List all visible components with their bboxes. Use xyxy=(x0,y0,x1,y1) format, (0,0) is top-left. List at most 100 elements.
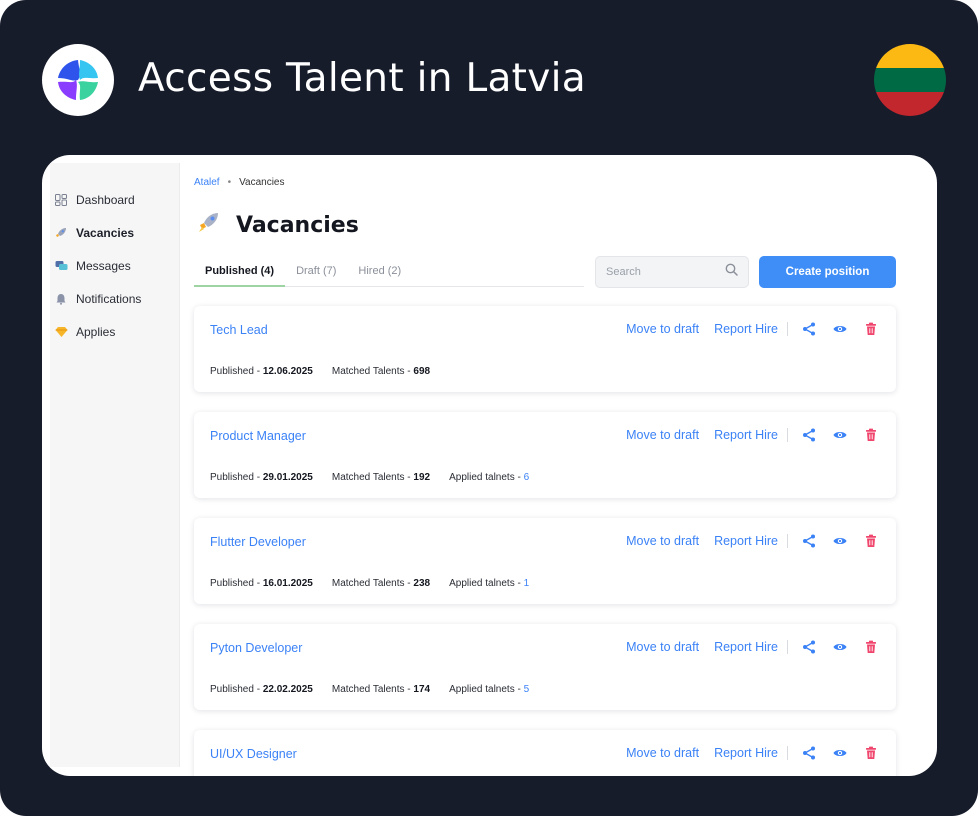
sidebar-item-dashboard[interactable]: Dashboard xyxy=(54,189,135,211)
applied-talents: Applied talnets - 6 xyxy=(449,472,530,483)
tab-draft[interactable]: Draft (7) xyxy=(285,257,347,287)
flag-stripe-bottom xyxy=(874,92,946,116)
published-date: Published - 16.01.2025 xyxy=(210,578,313,589)
report-hire-link[interactable]: Report Hire xyxy=(714,534,778,548)
sidebar-item-messages[interactable]: Messages xyxy=(54,255,131,277)
vacancy-title-link[interactable]: Flutter Developer xyxy=(210,535,306,549)
vacancy-actions: Move to draft Report Hire xyxy=(626,532,878,550)
eye-icon[interactable] xyxy=(833,428,847,442)
vacancy-card: Product Manager Move to draft Report Hir… xyxy=(194,412,896,498)
share-icon[interactable] xyxy=(802,428,816,442)
matched-talents: Matched Talents - 238 xyxy=(331,578,431,589)
divider xyxy=(787,428,788,442)
published-date: Published - 29.01.2025 xyxy=(210,472,313,483)
report-hire-link[interactable]: Report Hire xyxy=(714,428,778,442)
sidebar-item-applies[interactable]: Applies xyxy=(54,321,115,343)
trash-icon[interactable] xyxy=(864,640,878,654)
flag-stripe-middle xyxy=(874,68,946,92)
vacancy-card: Pyton Developer Move to draft Report Hir… xyxy=(194,624,896,710)
breadcrumb-separator: • xyxy=(227,177,232,188)
sidebar-item-label: Dashboard xyxy=(76,193,135,207)
vacancy-actions: Move to draft Report Hire xyxy=(626,426,878,444)
tab-hired[interactable]: Hired (2) xyxy=(347,257,412,287)
divider xyxy=(787,322,788,336)
trash-icon[interactable] xyxy=(864,534,878,548)
sidebar: Dashboard Vacancies Messages Notificatio… xyxy=(50,163,180,767)
search-box xyxy=(595,256,749,288)
diamond-icon xyxy=(54,325,68,339)
sidebar-item-label: Notifications xyxy=(76,292,142,306)
published-date: Published - 12.06.2025 xyxy=(210,366,313,377)
vacancy-actions: Move to draft Report Hire xyxy=(626,320,878,338)
share-icon[interactable] xyxy=(802,322,816,336)
rocket-icon xyxy=(54,226,68,240)
create-position-button[interactable]: Create position xyxy=(759,256,896,288)
matched-talents: Matched Talents - 192 xyxy=(331,472,431,483)
vacancy-actions: Move to draft Report Hire xyxy=(626,638,878,656)
divider xyxy=(787,746,788,760)
vacancy-title-link[interactable]: Pyton Developer xyxy=(210,641,302,655)
vacancy-card: UI/UX Designer Move to draft Report Hire xyxy=(194,730,896,776)
move-to-draft-link[interactable]: Move to draft xyxy=(626,746,699,760)
vacancy-actions: Move to draft Report Hire xyxy=(626,744,878,762)
matched-talents: Matched Talents - 698 xyxy=(331,366,431,377)
search-icon[interactable] xyxy=(725,263,738,281)
applied-talents: Applied talnets - 1 xyxy=(449,578,530,589)
move-to-draft-link[interactable]: Move to draft xyxy=(626,322,699,336)
vacancy-title-link[interactable]: UI/UX Designer xyxy=(210,747,297,761)
vacancy-title-link[interactable]: Tech Lead xyxy=(210,323,268,337)
move-to-draft-link[interactable]: Move to draft xyxy=(626,428,699,442)
tab-published[interactable]: Published (4) xyxy=(194,257,286,287)
divider xyxy=(787,640,788,654)
applied-talents: Applied talnets - 5 xyxy=(449,684,530,695)
vacancy-meta: Published - 12.06.2025 Matched Talents -… xyxy=(210,366,449,377)
breadcrumb: Atalef • Vacancies xyxy=(194,177,285,188)
vacancy-card: Flutter Developer Move to draft Report H… xyxy=(194,518,896,604)
breadcrumb-root-link[interactable]: Atalef xyxy=(194,177,220,188)
eye-icon[interactable] xyxy=(833,322,847,336)
sidebar-item-label: Messages xyxy=(76,259,131,273)
move-to-draft-link[interactable]: Move to draft xyxy=(626,640,699,654)
lithuania-flag-icon xyxy=(874,44,946,116)
sidebar-item-vacancies[interactable]: Vacancies xyxy=(54,222,134,244)
trash-icon[interactable] xyxy=(864,746,878,760)
messages-icon xyxy=(54,259,68,273)
flag-stripe-top xyxy=(874,44,946,68)
report-hire-link[interactable]: Report Hire xyxy=(714,640,778,654)
main-content: Atalef • Vacancies Vacancies Published (4)… xyxy=(194,155,937,776)
trash-icon[interactable] xyxy=(864,322,878,336)
matched-talents: Matched Talents - 174 xyxy=(331,684,431,695)
app-window: Dashboard Vacancies Messages Notificatio… xyxy=(42,155,937,776)
search-input[interactable] xyxy=(606,266,725,278)
share-icon[interactable] xyxy=(802,640,816,654)
headline: Access Talent in Latvia xyxy=(138,56,586,101)
divider xyxy=(787,534,788,548)
sidebar-item-notifications[interactable]: Notifications xyxy=(54,288,141,310)
sidebar-item-label: Vacancies xyxy=(76,226,135,240)
vacancy-meta: Published - 29.01.2025 Matched Talents -… xyxy=(210,472,548,483)
report-hire-link[interactable]: Report Hire xyxy=(714,746,778,760)
eye-icon[interactable] xyxy=(833,746,847,760)
vacancy-meta: Published - 16.01.2025 Matched Talents -… xyxy=(210,578,548,589)
report-hire-link[interactable]: Report Hire xyxy=(714,322,778,336)
move-to-draft-link[interactable]: Move to draft xyxy=(626,534,699,548)
tab-bar: Published (4) Draft (7) Hired (2) xyxy=(194,257,584,287)
page-title: Vacancies xyxy=(198,211,359,239)
eye-icon[interactable] xyxy=(833,640,847,654)
brand-logo-icon xyxy=(58,60,98,100)
breadcrumb-current: Vacancies xyxy=(239,177,285,188)
vacancy-card: Tech Lead Move to draft Report Hire Publ… xyxy=(194,306,896,392)
promo-frame: Access Talent in Latvia Dashboard Vacanc… xyxy=(0,0,978,816)
brand-logo xyxy=(42,44,114,116)
sidebar-item-label: Applies xyxy=(76,325,116,339)
share-icon[interactable] xyxy=(802,534,816,548)
eye-icon[interactable] xyxy=(833,534,847,548)
vacancy-meta: Published - 22.02.2025 Matched Talents -… xyxy=(210,684,548,695)
page-title-text: Vacancies xyxy=(236,212,359,238)
published-date: Published - 22.02.2025 xyxy=(210,684,313,695)
dashboard-icon xyxy=(54,193,68,207)
rocket-icon xyxy=(198,211,222,239)
vacancy-title-link[interactable]: Product Manager xyxy=(210,429,306,443)
trash-icon[interactable] xyxy=(864,428,878,442)
share-icon[interactable] xyxy=(802,746,816,760)
